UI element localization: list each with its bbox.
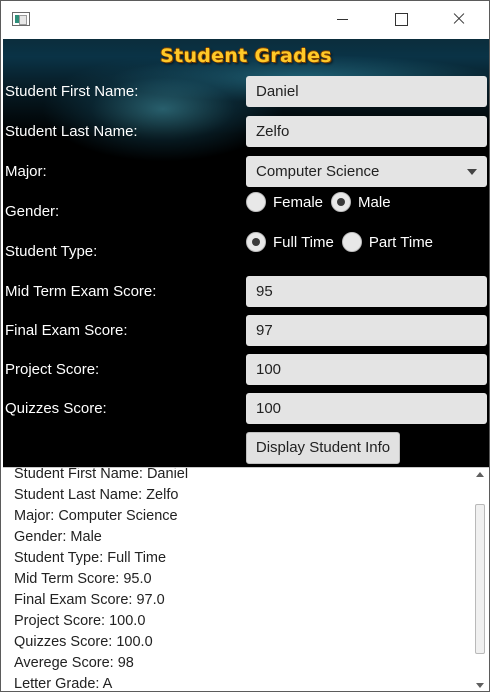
app-window-icon [12, 12, 30, 26]
midterm-label: Mid Term Exam Score: [5, 283, 157, 300]
chevron-down-icon[interactable] [467, 169, 477, 175]
minimize-icon[interactable] [319, 1, 365, 37]
quizzes-label: Quizzes Score: [5, 400, 107, 417]
student-form: Student Grades Student First Name: Danie… [3, 39, 489, 467]
first-name-field[interactable]: Daniel [246, 76, 487, 107]
scroll-down-arrow-icon[interactable] [476, 683, 484, 688]
final-exam-score-field[interactable]: 97 [246, 315, 487, 346]
output-line: Student Last Name: Zelfo [14, 487, 179, 503]
gender-male-radio[interactable] [331, 192, 352, 212]
student-type-radio-group: Full Time Part Time [246, 231, 441, 253]
last-name-label: Student Last Name: [5, 123, 138, 140]
app-window: Student Grades Student First Name: Danie… [0, 0, 490, 692]
gender-female-label[interactable]: Female [273, 194, 323, 211]
output-line: Final Exam Score: 97.0 [14, 592, 165, 608]
major-selected-value: Computer Science [256, 163, 380, 180]
gender-male-label[interactable]: Male [358, 194, 391, 211]
full-time-label[interactable]: Full Time [273, 234, 334, 251]
output-line: Quizzes Score: 100.0 [14, 634, 153, 650]
output-line: Project Score: 100.0 [14, 613, 146, 629]
midterm-score-field[interactable]: 95 [246, 276, 487, 307]
banner-title: Student Grades [160, 45, 332, 67]
output-line: Letter Grade: A [14, 676, 113, 691]
output-line: Gender: Male [14, 529, 102, 545]
close-icon[interactable] [435, 1, 481, 37]
output-line: Major: Computer Science [14, 508, 178, 524]
project-label: Project Score: [5, 361, 100, 378]
output-line: Student Type: Full Time [14, 550, 167, 566]
gender-label: Gender: [5, 203, 60, 220]
student-type-label: Student Type: [5, 243, 98, 260]
last-name-field[interactable]: Zelfo [246, 116, 487, 147]
output-line: Student First Name: Daniel [14, 467, 189, 482]
major-select[interactable]: Computer Science [246, 156, 487, 187]
maximize-icon[interactable] [377, 1, 423, 37]
scroll-up-arrow-icon[interactable] [476, 472, 484, 477]
full-time-radio[interactable] [246, 232, 266, 252]
display-student-info-button[interactable]: Display Student Info [246, 432, 400, 464]
major-label: Major: [5, 163, 47, 180]
gender-female-radio[interactable] [246, 192, 266, 212]
first-name-label: Student First Name: [5, 83, 139, 100]
part-time-label[interactable]: Part Time [369, 234, 433, 251]
output-text: Student First Name: Daniel Student Last … [14, 467, 464, 691]
final-exam-label: Final Exam Score: [5, 322, 128, 339]
student-info-output[interactable]: Student First Name: Daniel Student Last … [3, 467, 489, 691]
scrollbar-thumb[interactable] [475, 504, 485, 654]
vertical-scrollbar[interactable] [473, 468, 487, 691]
project-score-field[interactable]: 100 [246, 354, 487, 385]
part-time-radio[interactable] [341, 232, 362, 252]
output-line: Averege Score: 98 [14, 655, 134, 671]
output-line: Mid Term Score: 95.0 [14, 571, 152, 587]
quizzes-score-field[interactable]: 100 [246, 393, 487, 424]
title-bar [1, 1, 489, 37]
gender-radio-group: Female Male [246, 191, 399, 213]
